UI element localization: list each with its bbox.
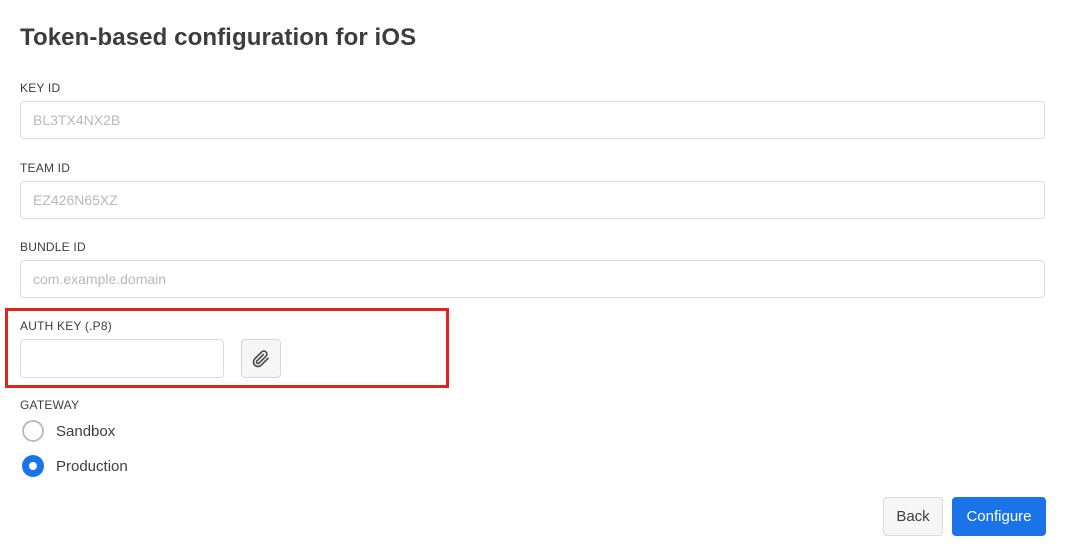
auth-key-label: AUTH KEY (.P8) (20, 319, 112, 333)
team-id-label: TEAM ID (20, 161, 71, 175)
auth-key-file-field[interactable] (20, 339, 224, 378)
team-id-input[interactable] (20, 181, 1045, 219)
key-id-input[interactable] (20, 101, 1045, 139)
sandbox-label: Sandbox (56, 422, 116, 440)
sandbox-radio[interactable] (22, 420, 44, 442)
bundle-id-label: BUNDLE ID (20, 240, 86, 254)
gateway-label: GATEWAY (20, 398, 80, 412)
gateway-option-sandbox[interactable]: Sandbox (22, 420, 115, 442)
production-label: Production (56, 457, 128, 475)
production-radio[interactable] (22, 455, 44, 477)
attach-file-button[interactable] (241, 339, 281, 378)
page-title: Token-based configuration for iOS (20, 24, 417, 51)
configure-button[interactable]: Configure (952, 497, 1046, 536)
paperclip-icon (252, 349, 270, 368)
bundle-id-input[interactable] (20, 260, 1045, 298)
key-id-label: KEY ID (20, 81, 61, 95)
back-button[interactable]: Back (883, 497, 943, 536)
gateway-option-production[interactable]: Production (22, 455, 128, 477)
